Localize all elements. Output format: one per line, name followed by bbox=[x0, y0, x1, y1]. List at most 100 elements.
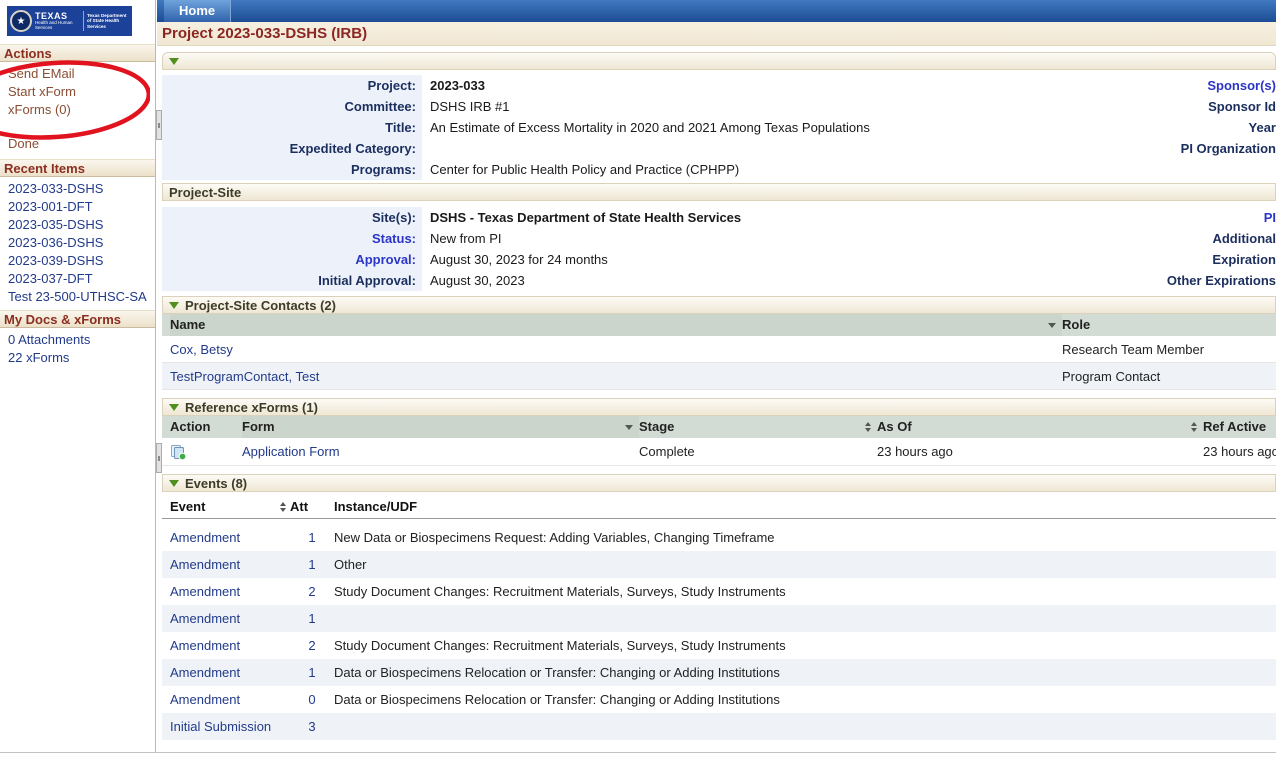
event-link[interactable]: Amendment bbox=[170, 632, 276, 659]
events-col-instance[interactable]: Instance/UDF bbox=[334, 497, 1276, 517]
field-label-additional: Additional bbox=[1042, 228, 1276, 249]
event-link[interactable]: Amendment bbox=[170, 605, 276, 632]
event-link[interactable]: Amendment bbox=[170, 659, 276, 686]
event-link[interactable]: Amendment bbox=[170, 524, 276, 551]
recent-item[interactable]: 2023-035-DSHS bbox=[0, 216, 155, 234]
ref-col-stage[interactable]: Stage bbox=[639, 416, 877, 438]
copy-form-icon[interactable] bbox=[170, 444, 187, 461]
event-att-count: 3 bbox=[290, 713, 334, 740]
field-label-status[interactable]: Status: bbox=[162, 228, 422, 249]
contacts-col-role[interactable]: Role bbox=[1062, 314, 1276, 336]
contacts-section-bar[interactable]: Project-Site Contacts (2) bbox=[162, 296, 1276, 314]
reference-xforms-title: Reference xForms (1) bbox=[185, 400, 318, 415]
sidebar-item-attachments[interactable]: 0 Attachments bbox=[0, 331, 155, 349]
field-label-programs: Programs: bbox=[162, 159, 422, 180]
field-label-year: Year bbox=[1042, 117, 1276, 138]
recent-item[interactable]: 2023-037-DFT bbox=[0, 270, 155, 288]
table-row: Amendment 1 Other bbox=[162, 551, 1276, 578]
event-instance: Study Document Changes: Recruitment Mate… bbox=[334, 632, 1276, 659]
event-att-count: 1 bbox=[290, 524, 334, 551]
table-row: Initial Submission 3 bbox=[162, 713, 1276, 740]
xform-stage: Complete bbox=[639, 438, 877, 466]
xform-link[interactable]: Application Form bbox=[242, 438, 639, 466]
collapse-triangle-icon bbox=[169, 404, 179, 411]
field-label-project: Project: bbox=[162, 75, 422, 96]
event-att-count: 1 bbox=[290, 659, 334, 686]
sort-desc-icon bbox=[625, 425, 633, 430]
field-value-status: New from PI bbox=[430, 231, 502, 246]
recent-items-header: Recent Items bbox=[0, 159, 155, 177]
ref-col-form[interactable]: Form bbox=[242, 416, 639, 438]
sidebar-item-start-xform[interactable]: Start xForm bbox=[0, 83, 155, 101]
events-section-bar[interactable]: Events (8) bbox=[162, 474, 1276, 492]
ref-col-ref-active[interactable]: Ref Active bbox=[1203, 416, 1276, 438]
table-row: Cox, Betsy Research Team Member bbox=[162, 336, 1276, 363]
sidebar-item-xforms[interactable]: xForms (0) bbox=[0, 101, 155, 119]
field-label-committee: Committee: bbox=[162, 96, 422, 117]
ref-col-as-of[interactable]: As Of bbox=[877, 416, 1203, 438]
event-att-count: 1 bbox=[290, 551, 334, 578]
field-value-programs: Center for Public Health Policy and Prac… bbox=[430, 162, 739, 177]
event-instance: Study Document Changes: Recruitment Mate… bbox=[334, 578, 1276, 605]
field-label-pi[interactable]: PI bbox=[1042, 207, 1276, 228]
reference-xforms-section-bar[interactable]: Reference xForms (1) bbox=[162, 398, 1276, 416]
events-table-header: Event Att Instance/UDF bbox=[162, 495, 1276, 519]
logo-divider bbox=[83, 11, 84, 31]
recent-item[interactable]: 2023-033-DSHS bbox=[0, 180, 155, 198]
event-link[interactable]: Amendment bbox=[170, 686, 276, 713]
event-link[interactable]: Amendment bbox=[170, 551, 276, 578]
events-col-att[interactable]: Att bbox=[290, 497, 334, 517]
contact-role: Research Team Member bbox=[1062, 336, 1276, 363]
sidebar: ★ TEXAS Health and Human Services Texas … bbox=[0, 0, 156, 752]
logo-brand-sub: Health and Human Services bbox=[35, 21, 80, 30]
event-link[interactable]: Amendment bbox=[170, 578, 276, 605]
contacts-section-title: Project-Site Contacts (2) bbox=[185, 298, 336, 313]
events-section-title: Events (8) bbox=[185, 476, 247, 491]
event-instance: Other bbox=[334, 551, 1276, 578]
event-link[interactable]: Initial Submission bbox=[170, 713, 276, 740]
field-label-sites: Site(s): bbox=[162, 207, 422, 228]
logo-dept: Texas Department of State Health Service… bbox=[87, 13, 129, 30]
ref-col-action: Action bbox=[170, 416, 242, 438]
field-value-initial-approval: August 30, 2023 bbox=[430, 273, 525, 288]
event-instance bbox=[334, 605, 1276, 632]
table-row: Amendment 1 New Data or Biospecimens Req… bbox=[162, 524, 1276, 551]
recent-item[interactable]: 2023-001-DFT bbox=[0, 198, 155, 216]
field-value-project: 2023-033 bbox=[430, 78, 485, 93]
event-instance: Data or Biospecimens Relocation or Trans… bbox=[334, 659, 1276, 686]
table-row: Amendment 1 Data or Biospecimens Relocat… bbox=[162, 659, 1276, 686]
project-summary: Project: 2023-033 Sponsor(s) Committee: DS… bbox=[162, 75, 1276, 180]
table-row: Amendment 1 bbox=[162, 605, 1276, 632]
project-site-title: Project-Site bbox=[169, 185, 241, 200]
xform-as-of: 23 hours ago bbox=[877, 438, 1203, 466]
event-instance: New Data or Biospecimens Request: Adding… bbox=[334, 524, 1276, 551]
contacts-table-header: Name Role bbox=[162, 314, 1276, 336]
collapse-all-bar[interactable] bbox=[162, 52, 1276, 70]
field-label-initial-approval: Initial Approval: bbox=[162, 270, 422, 291]
sidebar-item-send-email[interactable]: Send EMail bbox=[0, 65, 155, 83]
recent-item[interactable]: 2023-039-DSHS bbox=[0, 252, 155, 270]
collapse-triangle-icon bbox=[169, 480, 179, 487]
recent-item[interactable]: Test 23-500-UTHSC-SA bbox=[0, 288, 155, 306]
recent-item[interactable]: 2023-036-DSHS bbox=[0, 234, 155, 252]
field-value-committee: DSHS IRB #1 bbox=[430, 99, 509, 114]
field-label-approval[interactable]: Approval: bbox=[162, 249, 422, 270]
sidebar-item-done[interactable]: Done bbox=[0, 135, 155, 153]
contacts-col-name[interactable]: Name bbox=[170, 314, 1062, 336]
event-att-count: 2 bbox=[290, 578, 334, 605]
event-att-count: 0 bbox=[290, 686, 334, 713]
reference-xforms-table-header: Action Form Stage As Of Ref Active bbox=[162, 416, 1276, 438]
field-value-title: An Estimate of Excess Mortality in 2020 … bbox=[430, 120, 870, 135]
table-row: Amendment 2 Study Document Changes: Recr… bbox=[162, 578, 1276, 605]
events-col-event[interactable]: Event bbox=[170, 497, 276, 517]
tab-home[interactable]: Home bbox=[164, 0, 231, 22]
field-label-other-expirations: Other Expirations bbox=[1042, 270, 1276, 291]
contact-name-link[interactable]: Cox, Betsy bbox=[170, 336, 1062, 363]
texas-seal-icon: ★ bbox=[10, 10, 32, 32]
field-label-pi-organization: PI Organization bbox=[1042, 138, 1276, 159]
field-label-sponsors[interactable]: Sponsor(s) bbox=[1042, 75, 1276, 96]
event-att-count: 2 bbox=[290, 632, 334, 659]
sidebar-item-my-xforms[interactable]: 22 xForms bbox=[0, 349, 155, 367]
sort-updown-icon bbox=[280, 502, 286, 512]
contact-name-link[interactable]: TestProgramContact, Test bbox=[170, 363, 1062, 390]
